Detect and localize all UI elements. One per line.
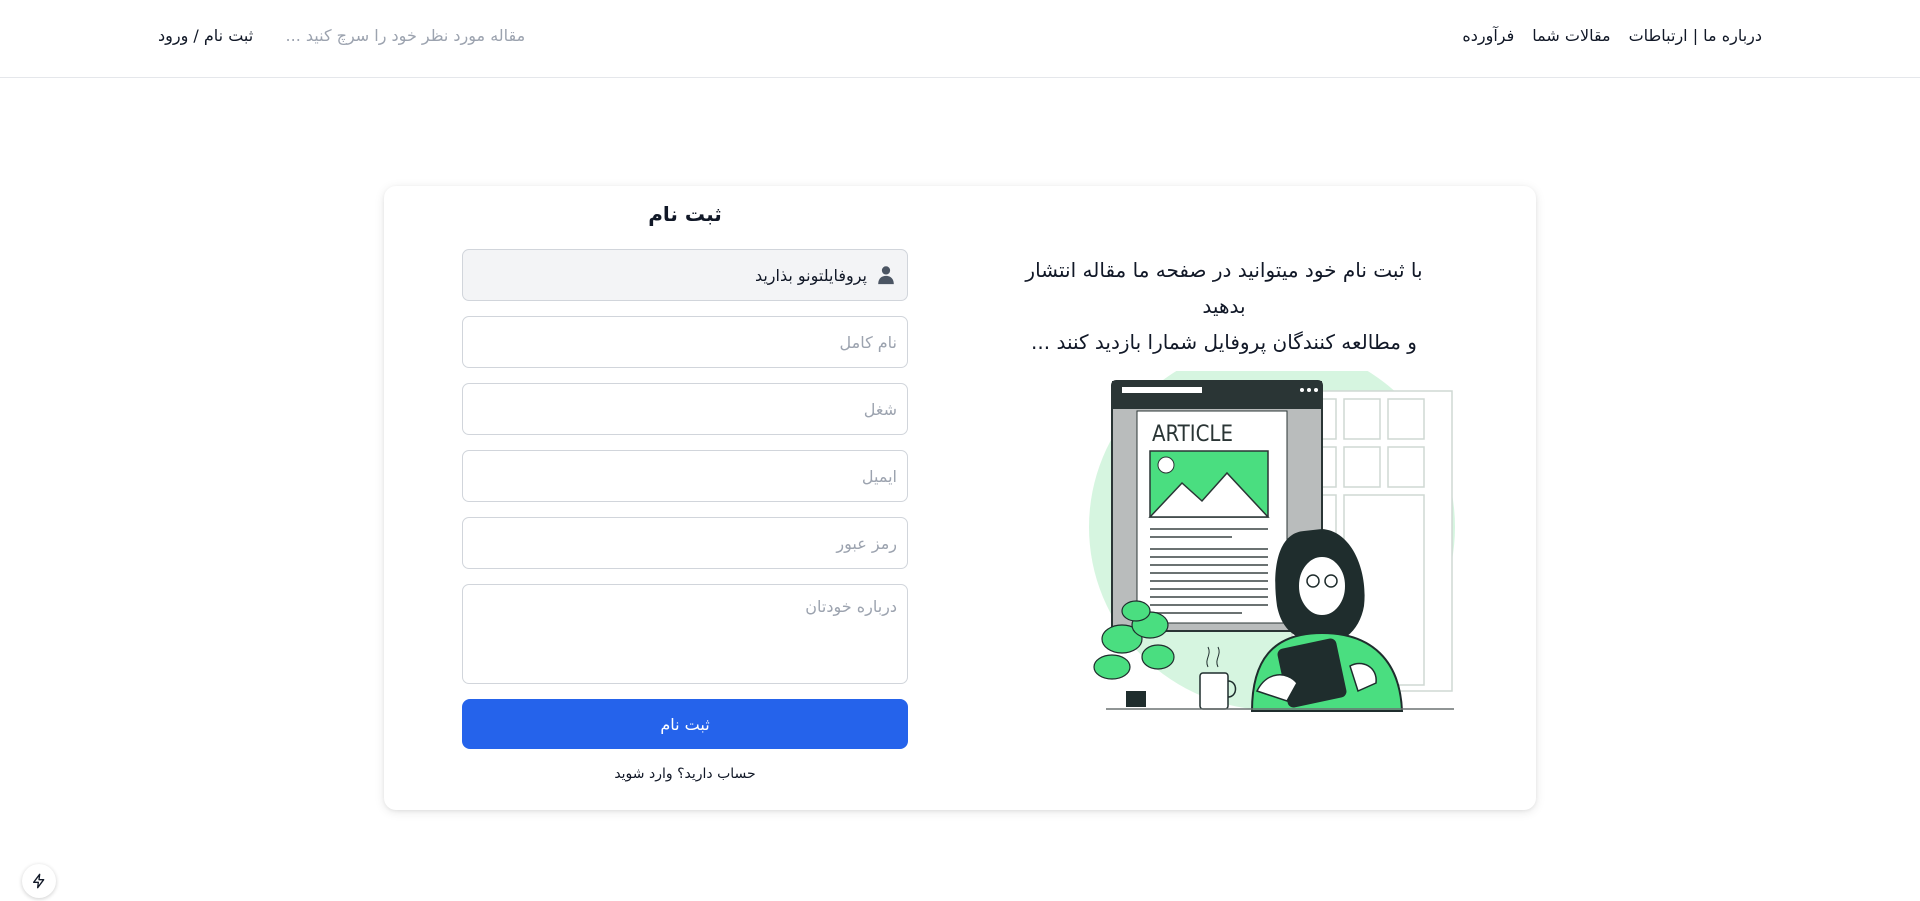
top-navbar: فرآورده مقالات شما درباره ما | ارتباطات … [0, 0, 1920, 78]
nav-link-about-contact[interactable]: درباره ما | ارتباطات [1629, 26, 1762, 45]
article-reader-illustration: ARTICLE [1089, 371, 1455, 712]
user-icon [878, 266, 894, 285]
login-link[interactable]: حساب دارید؟ وارد شوید [462, 766, 908, 782]
article-heading: ARTICLE [1152, 422, 1233, 447]
main-nav: فرآورده مقالات شما درباره ما | ارتباطات [1462, 26, 1762, 45]
signup-login-link[interactable]: ثبت نام / ورود [158, 26, 253, 45]
bolt-badge-button[interactable] [22, 864, 56, 898]
signup-card: ثبت نام پروفایلتونو بذارید ثبت نام حساب … [384, 186, 1536, 810]
profile-upload-label: پروفایلتونو بذارید [754, 265, 867, 285]
signup-submit-button[interactable]: ثبت نام [462, 699, 908, 749]
job-field[interactable] [462, 383, 908, 435]
nav-link-products[interactable]: فرآورده [1462, 26, 1514, 45]
lightning-icon [33, 873, 45, 889]
search-input[interactable] [285, 26, 526, 45]
about-field[interactable] [462, 584, 908, 684]
info-line-2: و مطالعه کنندگان پروفایل شمارا بازدید کن… [1031, 330, 1417, 354]
email-field[interactable] [462, 450, 908, 502]
profile-upload-button[interactable]: پروفایلتونو بذارید [462, 249, 908, 301]
form-title: ثبت نام [648, 202, 722, 226]
nav-left-group: ثبت نام / ورود [158, 26, 526, 45]
info-line-1: با ثبت نام خود میتوانید در صفحه ما مقاله… [1025, 258, 1423, 318]
password-field[interactable] [462, 517, 908, 569]
info-text: با ثبت نام خود میتوانید در صفحه ما مقاله… [1014, 252, 1434, 360]
fullname-field[interactable] [462, 316, 908, 368]
nav-link-your-articles[interactable]: مقالات شما [1532, 26, 1610, 45]
